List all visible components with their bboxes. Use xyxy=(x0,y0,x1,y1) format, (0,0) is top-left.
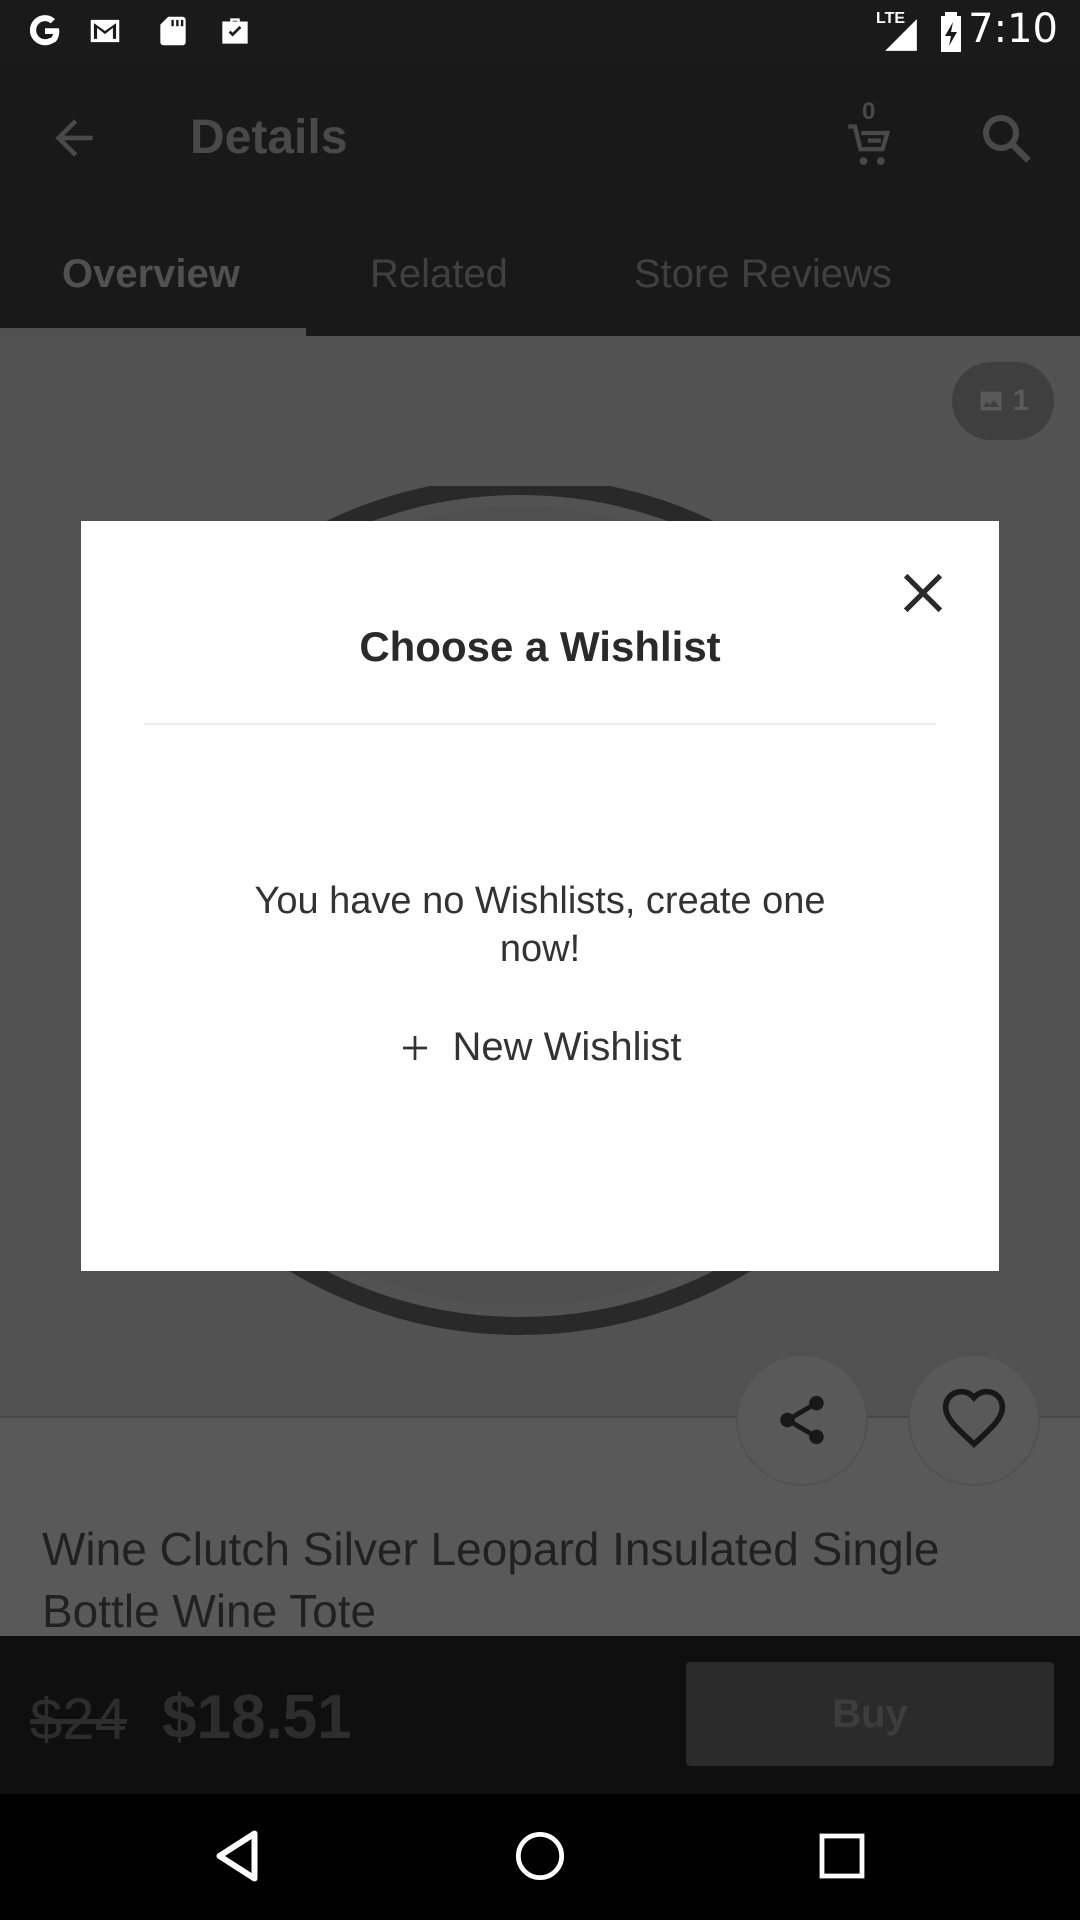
sd-card-icon xyxy=(160,16,186,46)
signal-icon xyxy=(885,19,917,51)
dialog-divider xyxy=(144,723,936,725)
close-icon[interactable] xyxy=(897,567,949,619)
empty-wishlist-message: You have no Wishlists, create one now! xyxy=(254,880,826,970)
navigation-bar xyxy=(0,1794,1080,1920)
clock: 7:10 xyxy=(968,6,1058,52)
battery-charging-icon xyxy=(941,12,961,52)
recents-nav-icon[interactable] xyxy=(818,1832,866,1880)
new-wishlist-label: New Wishlist xyxy=(452,1025,682,1069)
home-nav-icon[interactable] xyxy=(514,1830,566,1882)
back-nav-icon[interactable] xyxy=(212,1828,262,1884)
status-bar: LTE 7:10 xyxy=(0,0,1080,62)
gmail-icon xyxy=(90,19,120,43)
new-wishlist-button[interactable]: New Wishlist xyxy=(81,1025,999,1070)
plus-icon xyxy=(402,1035,427,1060)
wishlist-dialog: Choose a Wishlist You have no Wishlists,… xyxy=(81,521,999,1271)
dialog-title: Choose a Wishlist xyxy=(359,623,721,670)
google-icon xyxy=(29,15,60,46)
briefcase-check-icon xyxy=(222,18,248,44)
